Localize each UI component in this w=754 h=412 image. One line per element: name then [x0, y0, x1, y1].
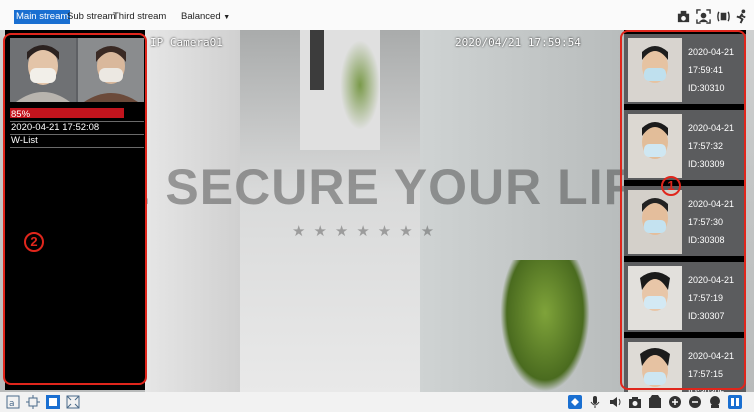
- stretch-icon[interactable]: [66, 395, 80, 409]
- camera-icon[interactable]: [676, 9, 691, 24]
- osd-timestamp: 2020/04/21 17:59:54: [455, 36, 581, 49]
- walking-person: [310, 30, 324, 90]
- annotation-badge-2: 2: [24, 232, 44, 252]
- ptz-icon[interactable]: [568, 395, 582, 409]
- snapshot-icon[interactable]: [628, 395, 642, 409]
- fullscreen-icon[interactable]: [26, 395, 40, 409]
- svg-text:a: a: [9, 399, 15, 409]
- face-panel-icon[interactable]: [728, 395, 742, 409]
- watermark-text: WE SECURE YOUR LIFE: [68, 159, 670, 215]
- annotation-frame-left: [3, 33, 147, 385]
- quality-select[interactable]: Balanced ▼: [181, 10, 230, 25]
- person-run-icon[interactable]: [734, 9, 749, 24]
- osd-camera-name: IP Camera01: [150, 36, 223, 49]
- plant-back: [340, 40, 380, 130]
- zoom-out-icon[interactable]: [688, 395, 702, 409]
- watermark-stars: ★★★★★★★: [292, 223, 443, 240]
- mic-icon[interactable]: [588, 395, 602, 409]
- record-icon[interactable]: [648, 395, 662, 409]
- audio-icon[interactable]: [608, 395, 622, 409]
- signal-icon[interactable]: [716, 9, 731, 24]
- display-icon[interactable]: [708, 395, 722, 409]
- annotation-frame-right: [620, 30, 746, 390]
- face-detect-icon[interactable]: [696, 9, 711, 24]
- quality-value: Balanced: [181, 11, 221, 22]
- bottom-toolbar: a: [0, 392, 754, 412]
- window-icon[interactable]: [46, 395, 60, 409]
- plant-right: [500, 260, 590, 392]
- top-toolbar: Main stream Sub stream Third stream Bala…: [0, 0, 754, 34]
- annotation-badge-1: 1: [661, 176, 681, 196]
- zoom-in-icon[interactable]: [668, 395, 682, 409]
- tab-main-stream[interactable]: Main stream: [14, 10, 71, 24]
- tab-third-stream[interactable]: Third stream: [111, 10, 168, 24]
- chevron-down-icon: ▼: [223, 14, 231, 21]
- fit-icon[interactable]: a: [6, 395, 20, 409]
- tab-sub-stream[interactable]: Sub stream: [65, 10, 118, 24]
